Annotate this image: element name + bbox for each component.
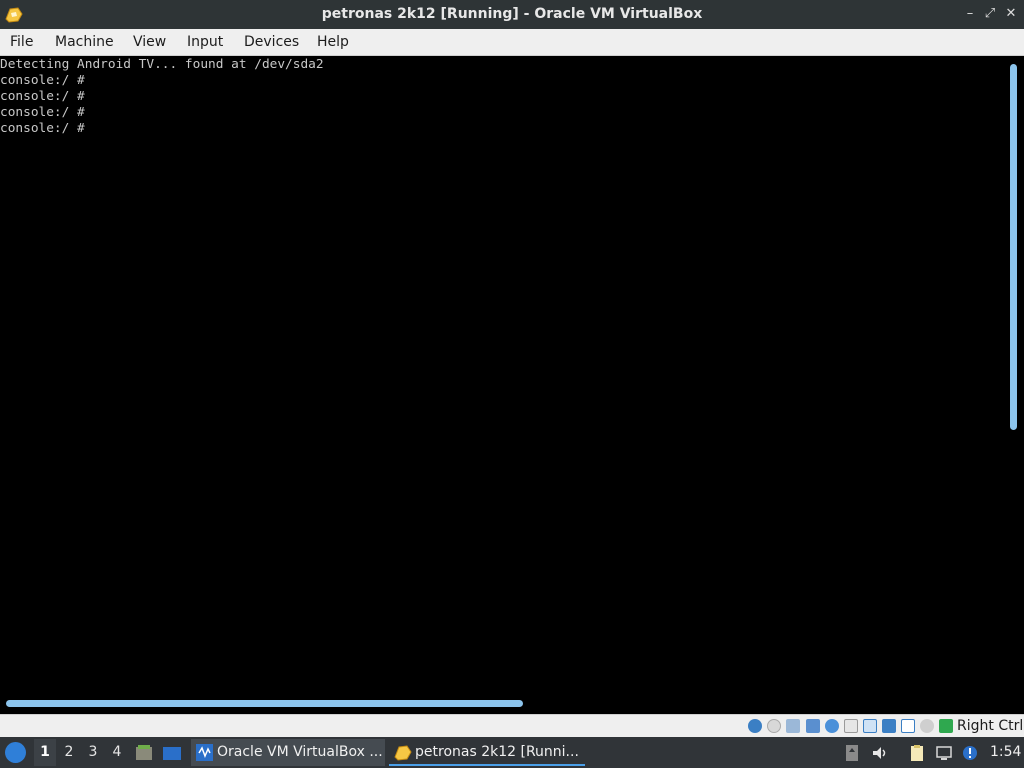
virtualbox-vm-icon [394, 745, 412, 761]
desktop-4[interactable]: 4 [110, 744, 124, 760]
clipboard-icon[interactable] [908, 744, 926, 762]
task-label: petronas 2k12 [Runni... [415, 744, 579, 760]
virtualbox-manager-icon [196, 744, 213, 761]
console-prompt-line: console:/ # [0, 121, 93, 136]
menu-machine[interactable]: Machine [55, 34, 114, 50]
vertical-scrollbar[interactable] [1010, 64, 1017, 430]
desktop-2[interactable]: 2 [62, 744, 76, 760]
vm-status-bar: Right Ctrl [0, 714, 1024, 737]
start-menu-icon[interactable] [5, 742, 26, 763]
console-line: console:/ # [0, 105, 85, 120]
window-title: petronas 2k12 [Running] - Oracle VM Virt… [321, 6, 703, 22]
desktop-1[interactable]: 1 [38, 744, 52, 760]
vm-console-screen[interactable]: Detecting Android TV... found at /dev/sd… [0, 56, 1024, 714]
task-virtualbox-manager[interactable]: Oracle VM VirtualBox ... [191, 739, 385, 766]
keyboard-layout-icon[interactable] [843, 744, 861, 762]
usb-icon[interactable] [825, 719, 839, 733]
active-task-indicator [389, 764, 585, 766]
console-line: Detecting Android TV... found at /dev/sd… [0, 57, 324, 72]
file-manager-icon[interactable] [134, 743, 154, 763]
hard-disk-icon[interactable] [748, 719, 762, 733]
taskbar: 1 2 3 4 Oracle VM VirtualBox ... petrona… [0, 737, 1024, 768]
menu-bar: File Machine View Input Devices Help [0, 29, 1024, 56]
mouse-integration-icon[interactable] [920, 719, 934, 733]
task-petronas-vm[interactable]: petronas 2k12 [Runni... [389, 739, 585, 766]
host-key-arrow-icon[interactable] [939, 719, 953, 733]
optical-drive-icon[interactable] [767, 719, 781, 733]
menu-file[interactable]: File [10, 34, 33, 50]
menu-devices[interactable]: Devices [244, 34, 299, 50]
task-label: Oracle VM VirtualBox ... [217, 744, 383, 760]
console-line: console:/ # [0, 89, 85, 104]
network-icon[interactable] [806, 719, 820, 733]
audio-icon[interactable] [786, 719, 800, 733]
minimize-icon[interactable]: – [962, 6, 978, 22]
network-tray-icon[interactable] [935, 744, 953, 762]
close-icon[interactable]: ✕ [1003, 6, 1019, 22]
console-line: console:/ # [0, 73, 85, 88]
menu-view[interactable]: View [133, 34, 166, 50]
desktop-3[interactable]: 3 [86, 744, 100, 760]
window-title-bar[interactable]: petronas 2k12 [Running] - Oracle VM Virt… [0, 0, 1024, 29]
display-icon[interactable] [863, 719, 877, 733]
shared-folders-icon[interactable] [844, 719, 858, 733]
notifications-icon[interactable] [961, 744, 979, 762]
clock[interactable]: 1:54 [990, 744, 1021, 760]
menu-help[interactable]: Help [317, 34, 349, 50]
menu-input[interactable]: Input [187, 34, 223, 50]
volume-icon[interactable] [871, 744, 889, 762]
host-key-label: Right Ctrl [957, 718, 1024, 734]
horizontal-scrollbar[interactable] [6, 700, 523, 707]
restore-icon[interactable]: ⤢ [982, 6, 998, 22]
virtualization-icon[interactable] [901, 719, 915, 733]
video-capture-icon[interactable] [882, 719, 896, 733]
show-desktop-icon[interactable] [162, 743, 182, 763]
